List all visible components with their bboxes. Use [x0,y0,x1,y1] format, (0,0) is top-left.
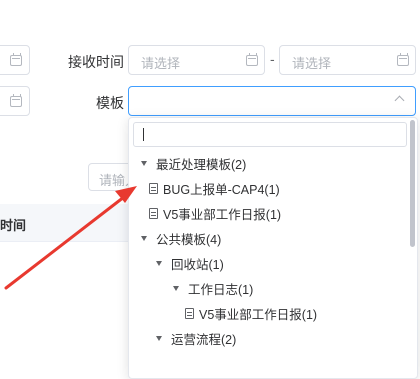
tree-node-label: 最近处理模板(2) [156,158,247,172]
template-label: 模板 [96,95,124,111]
start-date-placeholder: 请选择 [141,56,181,71]
left-date-input-2[interactable] [0,86,30,116]
receive-time-start-input[interactable]: 请选择 [128,45,265,75]
calendar-icon [246,53,258,66]
caret-down-icon[interactable] [156,261,162,266]
tree-node-daily-report-2[interactable]: V5事业部工作日报(1) [129,301,405,326]
caret-down-icon[interactable] [156,336,162,341]
range-separator: - [270,51,275,67]
table-header: 时间 [0,204,135,242]
tree-node-label: 公共模板(4) [156,233,222,247]
caret-down-icon[interactable] [173,286,179,291]
tree-node-label: 工作日志(1) [188,283,254,297]
tree-node-label: V5事业部工作日报(1) [163,208,282,222]
column-header-time: 时间 [0,218,27,233]
tree-node-operations[interactable]: 运营流程(2) [129,326,405,351]
tree-node-public[interactable]: 公共模板(4) [129,226,405,251]
receive-time-end-input[interactable]: 请选择 [279,45,416,75]
tree-node-label: 回收站(1) [171,258,224,272]
document-icon [149,183,158,194]
tree-node-daily-report[interactable]: V5事业部工作日报(1) [129,201,405,226]
tree-node-label: 运营流程(2) [171,333,237,347]
template-select[interactable] [128,86,416,116]
calendar-icon [397,53,409,66]
left-date-input-1[interactable] [0,45,30,75]
tree-node-recycle-bin[interactable]: 回收站(1) [129,251,405,276]
receive-time-label: 接收时间 [68,54,124,70]
calendar-icon [10,94,22,107]
tree-node-bug-report[interactable]: BUG上报单-CAP4(1) [129,176,405,201]
end-date-placeholder: 请选择 [292,56,332,71]
tree-node-label: V5事业部工作日报(1) [199,308,318,322]
tree-node-recent[interactable]: 最近处理模板(2) [129,151,405,176]
text-cursor [143,128,144,141]
caret-down-icon[interactable] [141,161,147,166]
caret-down-icon[interactable] [141,236,147,241]
template-dropdown: 最近处理模板(2) BUG上报单-CAP4(1) V5事业部工作日报(1) 公共… [128,117,418,379]
document-icon [185,308,194,319]
dropdown-search-input[interactable] [133,122,407,147]
calendar-icon [10,53,22,66]
dropdown-scrollbar[interactable] [410,120,415,247]
document-icon [149,208,158,219]
chevron-up-icon[interactable] [394,95,405,106]
tree-node-label: BUG上报单-CAP4(1) [163,183,280,197]
tree-node-work-log[interactable]: 工作日志(1) [129,276,405,301]
